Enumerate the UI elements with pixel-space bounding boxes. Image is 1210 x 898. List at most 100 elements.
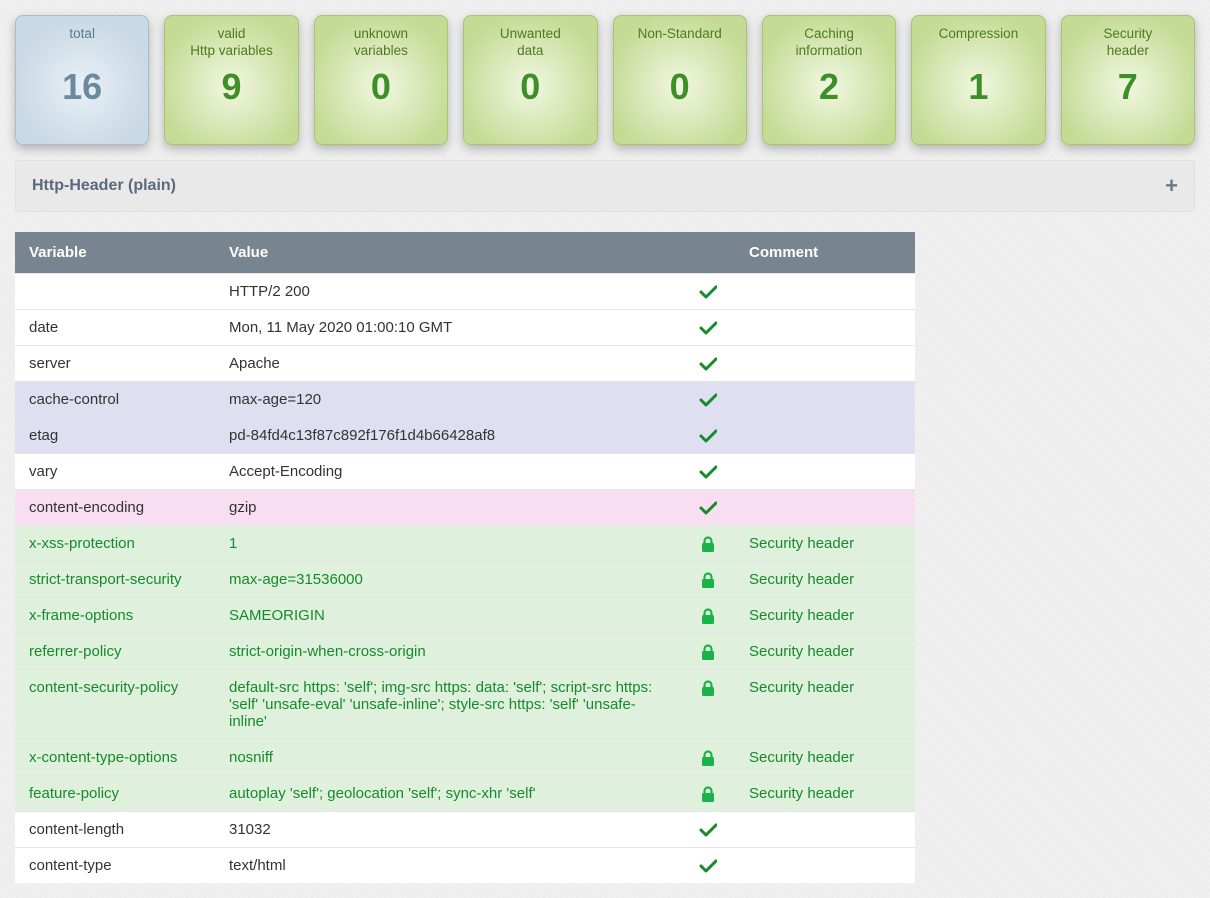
cell-value: Apache [215,346,685,382]
cell-variable: content-encoding [15,490,215,526]
cell-comment [735,812,915,848]
check-icon [685,454,735,490]
lock-icon [685,598,735,634]
cell-variable: cache-control [15,382,215,418]
table-row: cache-controlmax-age=120 [15,382,915,418]
lock-icon [685,776,735,812]
lock-icon [685,562,735,598]
cell-comment: Security header [735,562,915,598]
card-label: Security header [1070,26,1186,60]
table-row: HTTP/2 200 [15,274,915,310]
cell-value: autoplay 'self'; geolocation 'self'; syn… [215,776,685,812]
summary-card[interactable]: Caching information 2 [762,15,896,145]
headers-table: Variable Value Comment HTTP/2 200dateMon… [15,232,915,883]
table-row: dateMon, 11 May 2020 01:00:10 GMT [15,310,915,346]
card-label: Non-Standard [622,26,738,60]
table-row: x-xss-protection1 Security header [15,526,915,562]
check-icon [685,346,735,382]
card-label: unknown variables [323,26,439,60]
cell-variable: feature-policy [15,776,215,812]
summary-card[interactable]: valid Http variables 9 [164,15,298,145]
table-row: x-content-type-optionsnosniffSecurity he… [15,740,915,776]
cell-variable: etag [15,418,215,454]
card-label: Unwanted data [472,26,588,60]
table-row: x-frame-optionsSAMEORIGINSecurity header [15,598,915,634]
card-value: 1 [920,66,1036,108]
lock-icon [685,526,735,562]
panel-title: Http-Header (plain) [32,177,176,195]
th-comment: Comment [735,232,915,274]
summary-card[interactable]: Non-Standard 0 [613,15,747,145]
cell-comment [735,490,915,526]
lock-icon [685,740,735,776]
summary-card[interactable]: Security header 7 [1061,15,1195,145]
cell-variable: content-security-policy [15,670,215,740]
card-label: valid Http variables [173,26,289,60]
card-value: 7 [1070,66,1186,108]
card-value: 2 [771,66,887,108]
cell-variable: x-xss-protection [15,526,215,562]
summary-card[interactable]: Compression 1 [911,15,1045,145]
card-label: Caching information [771,26,887,60]
table-row: strict-transport-securitymax-age=3153600… [15,562,915,598]
headers-table-wrap: Variable Value Comment HTTP/2 200dateMon… [15,232,915,883]
card-value: 9 [173,66,289,108]
cell-variable: x-content-type-options [15,740,215,776]
cell-value: nosniff [215,740,685,776]
cell-variable: content-length [15,812,215,848]
card-label: total [24,26,140,60]
cell-value: max-age=120 [215,382,685,418]
cell-comment [735,274,915,310]
summary-cards: total16 valid Http variables 9 unknown vari… [15,15,1195,145]
table-row: content-security-policydefault-src https… [15,670,915,740]
th-icon [685,232,735,274]
cell-comment: Security header [735,598,915,634]
expand-icon[interactable]: + [1165,175,1178,197]
cell-comment: Security header [735,670,915,740]
cell-comment: Security header [735,776,915,812]
card-value: 0 [622,66,738,108]
summary-card[interactable]: total16 [15,15,149,145]
lock-icon [685,670,735,740]
table-row: etagpd-84fd4c13f87c892f176f1d4b66428af8 [15,418,915,454]
cell-variable: referrer-policy [15,634,215,670]
check-icon [685,310,735,346]
cell-value: max-age=31536000 [215,562,685,598]
table-row: varyAccept-Encoding [15,454,915,490]
check-icon [685,490,735,526]
table-row: referrer-policystrict-origin-when-cross-… [15,634,915,670]
cell-value: Mon, 11 May 2020 01:00:10 GMT [215,310,685,346]
check-icon [685,274,735,310]
cell-value: 1 [215,526,685,562]
th-variable: Variable [15,232,215,274]
cell-variable: vary [15,454,215,490]
cell-value: Accept-Encoding [215,454,685,490]
table-row: content-encodinggzip [15,490,915,526]
cell-comment: Security header [735,634,915,670]
cell-comment: Security header [735,526,915,562]
table-header-row: Variable Value Comment [15,232,915,274]
card-label: Compression [920,26,1036,60]
cell-comment [735,310,915,346]
cell-variable: server [15,346,215,382]
cell-value: gzip [215,490,685,526]
summary-card[interactable]: Unwanted data 0 [463,15,597,145]
cell-value: pd-84fd4c13f87c892f176f1d4b66428af8 [215,418,685,454]
cell-comment [735,454,915,490]
cell-variable: x-frame-options [15,598,215,634]
cell-value: strict-origin-when-cross-origin [215,634,685,670]
cell-comment [735,346,915,382]
check-icon [685,382,735,418]
cell-variable [15,274,215,310]
check-icon [685,812,735,848]
cell-comment [735,418,915,454]
http-header-panel[interactable]: Http-Header (plain) + [15,160,1195,212]
card-value: 0 [323,66,439,108]
th-value: Value [215,232,685,274]
cell-value: 31032 [215,812,685,848]
summary-card[interactable]: unknown variables 0 [314,15,448,145]
table-row: feature-policyautoplay 'self'; geolocati… [15,776,915,812]
cell-value: default-src https: 'self'; img-src https… [215,670,685,740]
cell-variable: date [15,310,215,346]
card-value: 0 [472,66,588,108]
